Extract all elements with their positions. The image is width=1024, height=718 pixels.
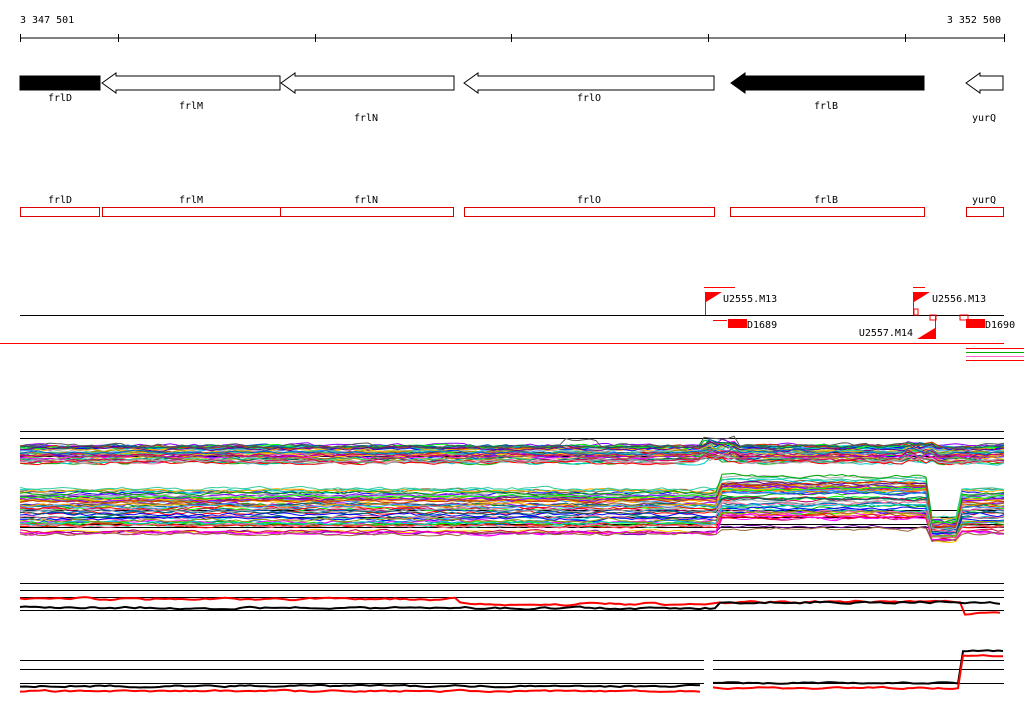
cds-box-frlB[interactable]: frlB (730, 195, 925, 217)
gene-track: frlD frlM frlN frlO frlB yurQ (19, 72, 1004, 124)
cds-box-yurQ[interactable]: yurQ (966, 195, 1004, 217)
terminator-D1690[interactable]: D1690 (959, 314, 1015, 331)
gene-arrow[interactable] (965, 72, 1004, 94)
cds-label: frlO (577, 195, 601, 206)
promoter-U2557-M14[interactable]: U2557.M14 (859, 314, 937, 339)
genome-browser-view: 3 347 501 3 352 500 frlD frlM frlN frlO (0, 0, 1024, 714)
cds-rect[interactable] (20, 207, 100, 217)
promoter-flag-icon (917, 328, 935, 339)
promoter-label: U2557.M14 (859, 328, 913, 339)
genome-browser-canvas: 3 347 501 3 352 500 frlD frlM frlN frlO (0, 15, 1024, 694)
gene-arrow[interactable] (101, 72, 281, 94)
gene-yurQ[interactable]: yurQ (965, 72, 1004, 124)
ruler-start-label: 3 347 501 (20, 15, 74, 26)
cds-label: yurQ (972, 195, 996, 206)
gene-label: frlN (354, 113, 378, 124)
profile-series-red (19, 596, 1001, 616)
cds-rect[interactable] (966, 207, 1004, 217)
cds-label: frlM (179, 195, 203, 206)
gene-label: frlB (814, 101, 838, 112)
ruler-end-label: 3 352 500 (947, 15, 1001, 26)
gene-arrow[interactable] (19, 75, 101, 91)
cds-label: frlD (48, 195, 72, 206)
expression-track-upper[interactable] (19, 431, 1005, 466)
cds-box-frlM[interactable]: frlM (102, 195, 281, 217)
strand-profile-minus[interactable] (19, 649, 1004, 694)
promoter-U2555-M13[interactable]: U2555.M13 (704, 287, 777, 316)
cds-label: frlB (814, 195, 838, 206)
promoter-label: U2556.M13 (932, 294, 986, 305)
promoter-flag-icon (706, 292, 722, 302)
profile-series-black (19, 683, 701, 689)
promoter-U2556-M13[interactable]: U2556.M13 (913, 287, 986, 316)
terminator-block (966, 319, 985, 328)
legend-swatch (966, 348, 1024, 361)
cds-box-frlD[interactable]: frlD (20, 195, 100, 217)
gene-label: frlO (577, 93, 601, 104)
cds-rect[interactable] (464, 207, 715, 217)
gene-label: yurQ (972, 113, 996, 124)
cds-rect[interactable] (280, 207, 454, 217)
gene-frlM[interactable]: frlM (101, 72, 281, 112)
cds-box-frlN[interactable]: frlN (280, 195, 454, 217)
gene-arrow[interactable] (280, 72, 455, 94)
cds-rect[interactable] (102, 207, 281, 217)
terminator-D1689[interactable]: D1689 (713, 319, 777, 331)
promoter-flag-icon (914, 292, 930, 302)
gene-arrow[interactable] (730, 72, 925, 94)
gene-frlB[interactable]: frlB (730, 72, 925, 112)
gene-label: frlD (48, 93, 72, 104)
cds-track: frlD frlM frlN frlO frlB yurQ (20, 195, 1004, 217)
gene-arrow[interactable] (463, 72, 715, 94)
cds-rect[interactable] (730, 207, 925, 217)
gene-label: frlM (179, 101, 203, 112)
gene-frlD[interactable]: frlD (19, 75, 101, 104)
cds-box-frlO[interactable]: frlO (464, 195, 715, 217)
cds-label: frlN (354, 195, 378, 206)
strand-profile-plus[interactable] (19, 583, 1004, 616)
profile-series-red (19, 688, 701, 694)
gene-frlO[interactable]: frlO (463, 72, 715, 104)
terminator-block (728, 319, 747, 328)
regulatory-track: U2555.M13 U2556.M13 D1689 U2557.M14 D169… (0, 287, 1024, 361)
coordinate-ruler: 3 347 501 3 352 500 (20, 15, 1005, 42)
terminator-label: D1689 (747, 320, 777, 331)
gene-frlN[interactable]: frlN (280, 72, 455, 124)
expression-track-lower[interactable] (19, 472, 1005, 544)
promoter-label: U2555.M13 (723, 294, 777, 305)
terminator-label: D1690 (985, 320, 1015, 331)
